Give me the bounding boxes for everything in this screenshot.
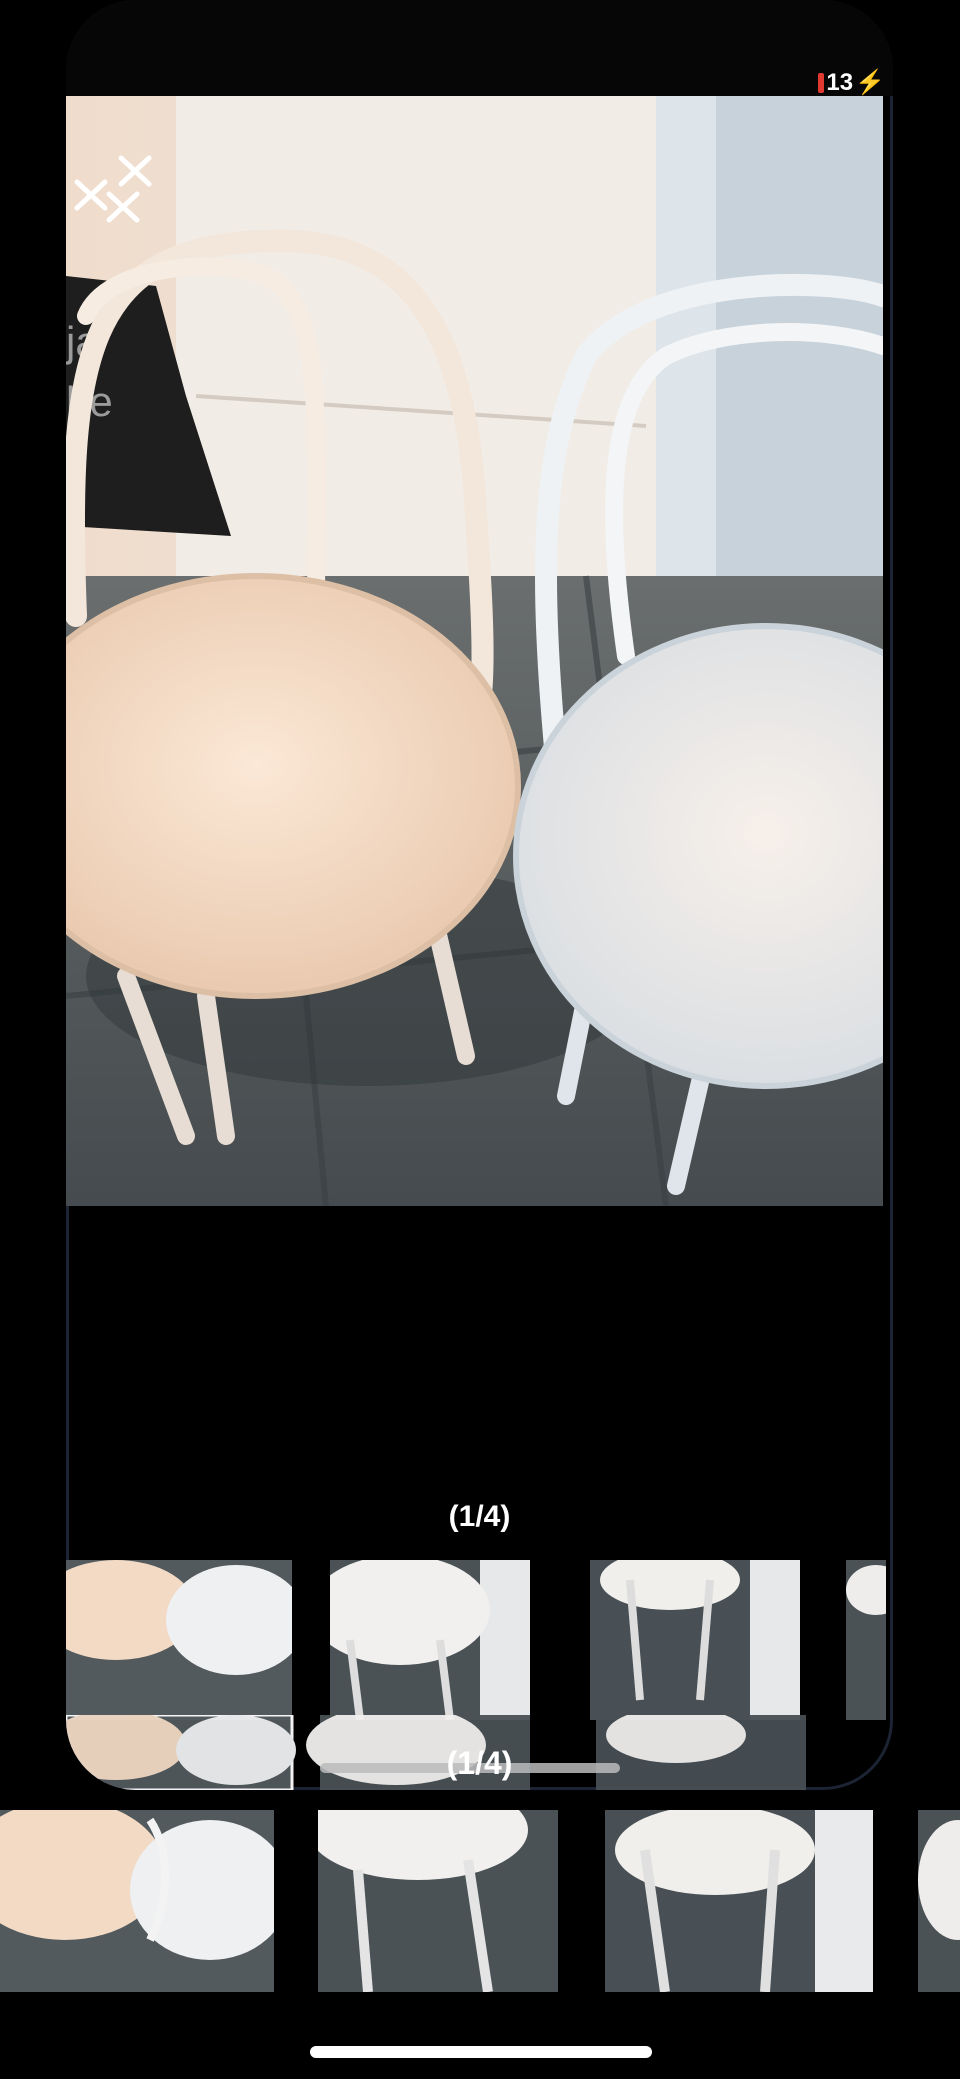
main-photo[interactable]: ja be	[66, 96, 883, 1206]
thumbnail-1[interactable]	[66, 1560, 292, 1720]
outer-thumbnail-2-image	[318, 1810, 558, 1992]
outer-thumbnail-3[interactable]	[605, 1810, 873, 1992]
thumbnail-3[interactable]	[590, 1560, 800, 1720]
thumbnail-4-image	[846, 1560, 886, 1720]
battery-level: 13	[826, 68, 854, 96]
thumbnail-2-image	[330, 1560, 530, 1720]
thumbnail-strip	[66, 1560, 893, 1720]
photo-viewer-frame: 13 ⚡ ja be (1/4) (1/4)	[66, 0, 893, 1790]
photo-counter: (1/4)	[448, 1500, 511, 1533]
thumbnail-2[interactable]	[330, 1560, 530, 1720]
ghost-photo-counter: (1/4)	[446, 1745, 513, 1781]
battery-indicator: 13 ⚡	[818, 68, 885, 97]
thumbnail-3-image	[590, 1560, 800, 1720]
outer-thumbnail-1-image	[0, 1810, 274, 1992]
home-indicator[interactable]	[310, 2046, 652, 2058]
outer-thumbnail-4[interactable]	[918, 1810, 960, 1992]
thumbnail-4[interactable]	[846, 1560, 886, 1720]
outer-thumbnail-strip	[0, 1810, 960, 1992]
outer-thumbnail-2[interactable]	[318, 1810, 558, 1992]
outer-thumbnail-4-image	[918, 1810, 960, 1992]
chairs-photo: ja be	[66, 96, 883, 1206]
thumbnail-1-image	[66, 1560, 292, 1720]
charging-icon: ⚡	[855, 69, 885, 96]
top-bar	[66, 0, 893, 96]
close-icon[interactable]	[71, 154, 159, 232]
battery-icon	[818, 72, 825, 93]
outer-thumbnail-3-image	[605, 1810, 873, 1992]
outer-thumbnail-1[interactable]	[0, 1810, 274, 1992]
